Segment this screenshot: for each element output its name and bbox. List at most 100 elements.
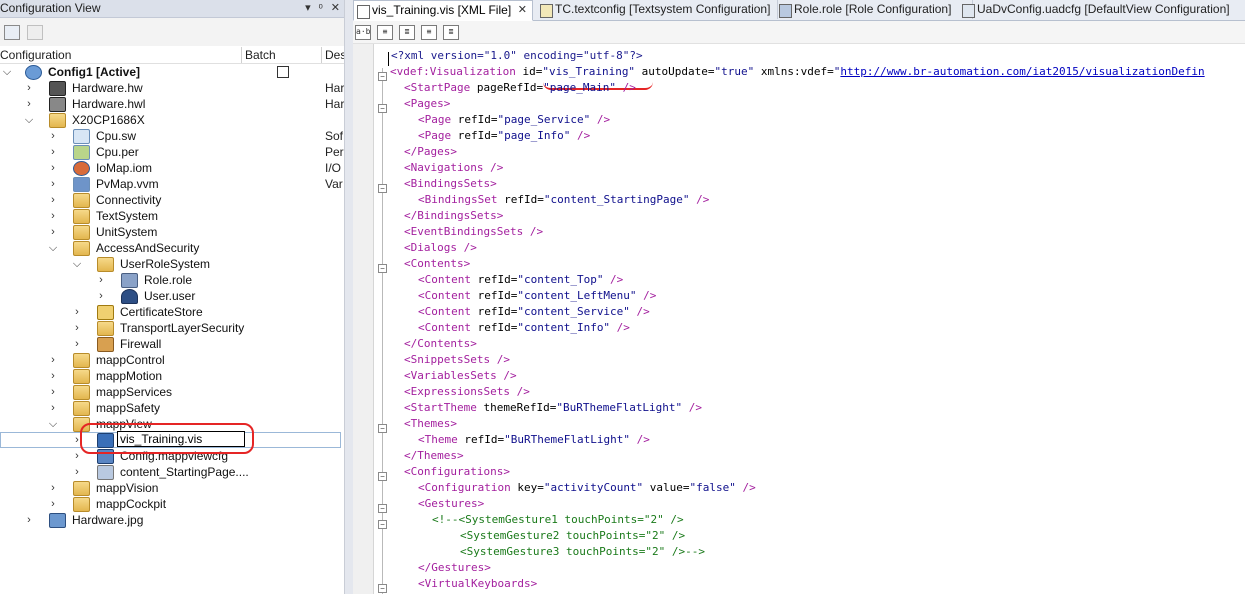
code-line[interactable]: <Page refId="page_Service" /> [418, 112, 610, 128]
code-line[interactable]: <Contents> [404, 256, 470, 272]
code-line[interactable]: <Dialogs /> [404, 240, 477, 256]
tree-item-hardware-jpg[interactable]: › Hardware.jpg [0, 512, 344, 528]
code-line[interactable]: <Content refId="content_LeftMenu" /> [418, 288, 656, 304]
expand-icon[interactable]: › [72, 338, 82, 350]
code-line[interactable]: <Page refId="page_Info" /> [418, 128, 590, 144]
tree-item-mappcontrol[interactable]: › mappControl [0, 352, 344, 368]
expand-icon[interactable]: › [72, 434, 82, 446]
view-icon[interactable] [27, 25, 43, 40]
fold-toggle-icon[interactable]: − [378, 184, 387, 193]
uncomment-icon[interactable]: ≣ [443, 25, 459, 40]
code-line[interactable]: </BindingsSets> [404, 208, 503, 224]
batch-checkbox[interactable] [277, 66, 289, 78]
tree-item-config-mappviewcfg[interactable]: › Config.mappviewcfg [0, 448, 344, 464]
expand-icon[interactable]: › [48, 146, 58, 158]
tree-item-iomap[interactable]: › IoMap.iom I/O [0, 160, 344, 176]
expand-icon[interactable]: › [48, 386, 58, 398]
tree-item-mappservices[interactable]: › mappServices [0, 384, 344, 400]
fold-toggle-icon[interactable]: − [378, 424, 387, 433]
expand-icon[interactable]: › [48, 370, 58, 382]
expand-icon[interactable]: › [96, 290, 106, 302]
tab-role-role[interactable]: Role.role [Role Configuration] [776, 0, 973, 19]
code-line[interactable]: <StartTheme themeRefId="BuRThemeFlatLigh… [404, 400, 702, 416]
code-line[interactable]: <!--<SystemGesture1 touchPoints="2" /> [432, 512, 684, 528]
fold-toggle-icon[interactable]: − [378, 72, 387, 81]
collapse-icon[interactable]: ⌵ [24, 114, 34, 126]
xml-code-editor[interactable]: <?xml version="1.0" encoding="utf-8"?> −… [353, 44, 1245, 594]
code-line[interactable]: <BindingsSet refId="content_StartingPage… [418, 192, 709, 208]
expand-icon[interactable]: › [48, 402, 58, 414]
tree-item-vis-training[interactable]: › vis_Training.vis [0, 431, 344, 448]
tree-item-content-startingpage[interactable]: › content_StartingPage.... [0, 464, 344, 480]
tab-tc-textconfig[interactable]: TC.textconfig [Textsystem Configuration] [537, 0, 778, 19]
code-line[interactable]: <StartPage pageRefId="page_Main" /> [404, 80, 636, 96]
tab-uadvconfig[interactable]: UaDvConfig.uadcfg [DefaultView Configura… [959, 0, 1245, 19]
tab-vis-training[interactable]: vis_Training.vis [XML File] ✕ [353, 0, 533, 21]
expand-icon[interactable]: › [24, 82, 34, 94]
code-line[interactable]: <BindingsSets> [404, 176, 497, 192]
expand-icon[interactable]: › [72, 466, 82, 478]
tree-item-mappvision[interactable]: › mappVision [0, 480, 344, 496]
tree-item-textsystem[interactable]: › TextSystem [0, 208, 344, 224]
tree-item-mappsafety[interactable]: › mappSafety [0, 400, 344, 416]
tree-item-role[interactable]: › Role.role [0, 272, 344, 288]
tree-item-unitsystem[interactable]: › UnitSystem [0, 224, 344, 240]
code-line[interactable]: <vdef:Visualization id="vis_Training" au… [390, 64, 1205, 80]
col-configuration[interactable]: Configuration [0, 47, 71, 63]
expand-icon[interactable]: › [48, 130, 58, 142]
expand-icon[interactable]: › [96, 274, 106, 286]
rename-input[interactable]: vis_Training.vis [117, 431, 245, 447]
indent-icon[interactable]: ≡ [377, 25, 393, 40]
code-line[interactable]: <VirtualKeyboards> [418, 576, 537, 592]
code-line[interactable]: </Themes> [404, 448, 464, 464]
fold-toggle-icon[interactable]: − [378, 264, 387, 273]
tree-item-transportlayersecurity[interactable]: › TransportLayerSecurity [0, 320, 344, 336]
expand-icon[interactable]: › [48, 498, 58, 510]
tree-item-hardware-hw[interactable]: › Hardware.hw Har [0, 80, 344, 96]
expand-icon[interactable]: › [24, 514, 34, 526]
expand-icon[interactable]: › [72, 450, 82, 462]
comment-icon[interactable]: ≡ [421, 25, 437, 40]
panel-menu-icon[interactable]: ▾ [305, 0, 311, 16]
collapse-icon[interactable]: ⌵ [72, 258, 82, 270]
code-line[interactable]: <SystemGesture2 touchPoints="2" /> [460, 528, 685, 544]
close-icon[interactable]: ✕ [331, 0, 340, 16]
expand-icon[interactable]: › [48, 194, 58, 206]
fold-toggle-icon[interactable]: − [378, 104, 387, 113]
col-batch[interactable]: Batch [245, 47, 276, 63]
code-line[interactable]: </Pages> [404, 144, 457, 160]
collapse-icon[interactable]: ⌵ [48, 418, 58, 430]
close-tab-icon[interactable]: ✕ [518, 1, 527, 20]
code-line[interactable]: <?xml version="1.0" encoding="utf-8"?> [391, 48, 643, 64]
code-line[interactable]: <Content refId="content_Service" /> [418, 304, 650, 320]
code-line[interactable]: <EventBindingsSets /> [404, 224, 543, 240]
code-line[interactable]: <ExpressionsSets /> [404, 384, 530, 400]
code-line[interactable]: <Theme refId="BuRThemeFlatLight" /> [418, 432, 650, 448]
properties-icon[interactable] [4, 25, 20, 40]
fold-toggle-icon[interactable]: − [378, 584, 387, 593]
expand-icon[interactable]: › [24, 98, 34, 110]
code-line[interactable]: <SnippetsSets /> [404, 352, 510, 368]
tree-item-certificatestore[interactable]: › CertificateStore [0, 304, 344, 320]
tree-item-mappmotion[interactable]: › mappMotion [0, 368, 344, 384]
tree-item-cpu-sw[interactable]: › Cpu.sw Sof [0, 128, 344, 144]
tree-item-userrolesystem[interactable]: ⌵ UserRoleSystem [0, 256, 344, 272]
tree-item-connectivity[interactable]: › Connectivity [0, 192, 344, 208]
code-line[interactable]: </Gestures> [418, 560, 491, 576]
collapse-icon[interactable]: ⌵ [48, 242, 58, 254]
collapse-icon[interactable]: ⌵ [2, 66, 12, 78]
fold-toggle-icon[interactable]: − [378, 504, 387, 513]
expand-icon[interactable]: › [72, 306, 82, 318]
tree-item-hardware-hwl[interactable]: › Hardware.hwl Har [0, 96, 344, 112]
fold-toggle-icon[interactable]: − [378, 472, 387, 481]
tree-item-cpu-per[interactable]: › Cpu.per Per [0, 144, 344, 160]
code-line[interactable]: <Configurations> [404, 464, 510, 480]
expand-icon[interactable]: › [48, 178, 58, 190]
tree-item-x20cp1686x[interactable]: ⌵ X20CP1686X [0, 112, 344, 128]
tree-item-pvmap[interactable]: › PvMap.vvm Var [0, 176, 344, 192]
code-line[interactable]: <Configuration key="activityCount" value… [418, 480, 756, 496]
expand-icon[interactable]: › [48, 482, 58, 494]
outdent-icon[interactable]: ≣ [399, 25, 415, 40]
expand-icon[interactable]: › [48, 226, 58, 238]
code-line[interactable]: <Gestures> [418, 496, 484, 512]
